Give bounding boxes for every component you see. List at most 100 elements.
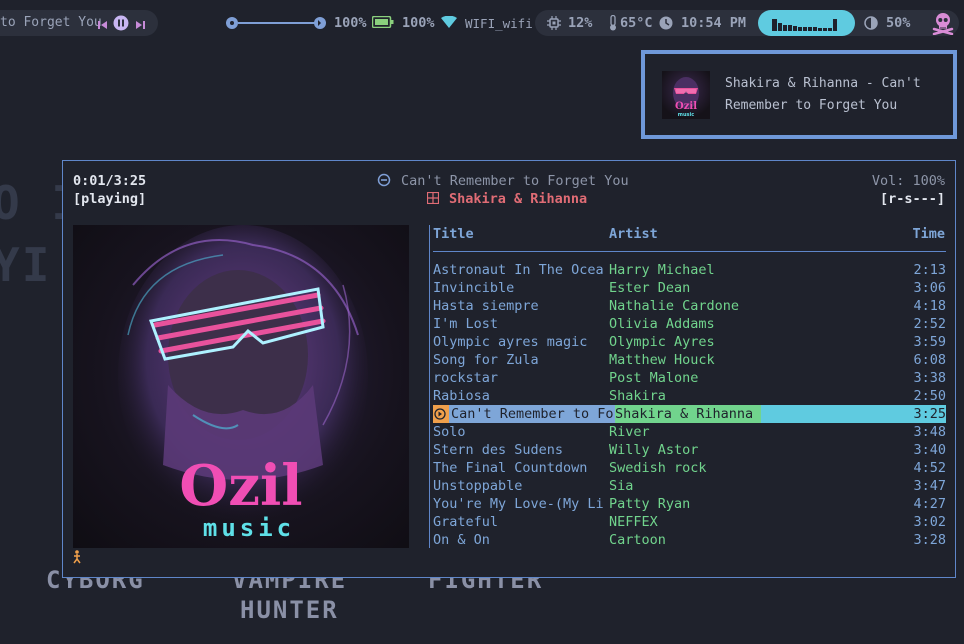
playlist-row[interactable]: You're My Love-(My Li Patty Ryan 4:27 (433, 495, 946, 513)
track-title: Invincible (433, 280, 515, 296)
track-artist: Patty Ryan (609, 496, 691, 512)
header-separator (433, 251, 946, 252)
playlist-row[interactable]: On & On Cartoon 3:28 (433, 531, 946, 549)
column-title: Title (433, 226, 474, 242)
playlist-row[interactable]: Rabiosa Shakira 2:50 (433, 387, 946, 405)
volume-indicator: Vol: 100% (871, 173, 945, 189)
track-title: The Final Countdown (433, 460, 588, 476)
playlist-divider (429, 225, 430, 548)
now-playing-icon (433, 405, 449, 423)
column-time: Time (912, 226, 945, 242)
track-artist: Swedish rock (609, 460, 707, 476)
track-duration: 3:28 (913, 532, 946, 548)
track-artist: Shakira & Rihanna (615, 405, 761, 423)
track-title: Hasta siempre (433, 298, 539, 314)
track-artist: Sia (609, 478, 634, 494)
notification-popup[interactable]: Ozil music Shakira & Rihanna - Can't Rem… (641, 50, 957, 139)
track-duration: 3:38 (913, 370, 946, 386)
notification-cover-word2: music (678, 112, 694, 118)
album-art: Ozil music (73, 225, 409, 548)
playlist-row[interactable]: Olympic ayres magic Olympic Ayres 3:59 (433, 333, 946, 351)
song-icon (377, 173, 391, 191)
wifi-icon (441, 15, 457, 32)
track-artist: Matthew Houck (609, 352, 715, 368)
notification-line-1: Shakira & Rihanna - Can't (725, 76, 921, 91)
track-artist: Nathalie Cardone (609, 298, 740, 314)
battery-percent: 100% (402, 15, 435, 31)
clock-time: 10:54 PM (681, 15, 747, 31)
thermometer-icon (608, 14, 618, 35)
track-duration: 3:59 (913, 334, 946, 350)
battery-icon (371, 15, 394, 32)
current-song-artist: Shakira & Rihanna (449, 191, 588, 207)
track-artist: Harry Michael (609, 262, 715, 278)
cpu-icon (547, 16, 561, 34)
notification-cover-word1: Ozil (675, 101, 697, 112)
track-duration: 4:27 (913, 496, 946, 512)
wifi-label: WIFI_wifi (465, 16, 533, 31)
album-cover-word1: Ozil (179, 453, 302, 519)
track-duration: 3:02 (913, 514, 946, 530)
now-playing-marquee: to Forget You (0, 15, 102, 30)
track-artist: NEFFEX (609, 514, 658, 530)
visualizer-figure-icon (72, 550, 82, 568)
wallpaper-text-2: YI (0, 238, 52, 292)
playlist-row[interactable]: Hasta siempre Nathalie Cardone 4:18 (433, 297, 946, 315)
track-artist: Willy Astor (609, 442, 699, 458)
track-title: I'm Lost (433, 316, 499, 332)
track-duration: 4:52 (913, 460, 946, 476)
track-artist: Olivia Addams (609, 316, 715, 332)
track-duration: 2:52 (913, 316, 946, 332)
wallpaper-word-hunter: HUNTER (240, 596, 339, 624)
previous-icon[interactable] (98, 18, 108, 29)
track-duration: 3:40 (913, 442, 946, 458)
track-duration: 2:50 (913, 388, 946, 404)
playlist-row[interactable]: I'm Lost Olivia Addams 2:52 (433, 315, 946, 333)
notification-album-art: Ozil music (662, 71, 710, 119)
track-artist: Olympic Ayres (609, 334, 715, 350)
pause-icon[interactable] (113, 15, 129, 31)
playlist-row[interactable]: Grateful NEFFEX 3:02 (433, 513, 946, 531)
track-title: Can't Remember to Fo (449, 405, 617, 423)
track-title: You're My Love-(My Li (433, 496, 604, 512)
playlist-row[interactable]: Can't Remember to Fo Shakira & Rihanna 3:2… (433, 405, 946, 423)
playlist-row[interactable]: Stern des Sudens Willy Astor 3:40 (433, 441, 946, 459)
track-artist: Cartoon (609, 532, 666, 548)
track-title: Stern des Sudens (433, 442, 564, 458)
audio-visualizer (758, 10, 855, 36)
clock-icon (659, 16, 673, 34)
playlist-row[interactable]: Astronaut In The Ocea Harry Michael 2:13 (433, 261, 946, 279)
playlist-row[interactable]: Song for Zula Matthew Houck 6:08 (433, 351, 946, 369)
track-artist: Post Malone (609, 370, 699, 386)
playlist-row[interactable]: The Final Countdown Swedish rock 4:52 (433, 459, 946, 477)
track-title: Unstoppable (433, 478, 523, 494)
player-state: [playing] (73, 191, 147, 207)
track-artist: Ester Dean (609, 280, 691, 296)
elapsed-time: 0:01/3:25 (73, 173, 147, 189)
track-duration: 2:13 (913, 262, 946, 278)
track-title: On & On (433, 532, 490, 548)
track-title: Grateful (433, 514, 499, 530)
track-title: Song for Zula (433, 352, 539, 368)
track-artist: River (609, 424, 650, 440)
playlist-row[interactable]: Unstoppable Sia 3:47 (433, 477, 946, 495)
playlist-row[interactable]: Invincible Ester Dean 3:06 (433, 279, 946, 297)
volume-slider[interactable] (224, 14, 328, 32)
music-player-window[interactable]: 0:01/3:25 [playing] Can't Remember to Fo… (62, 160, 956, 578)
volume-percent: 100% (334, 15, 367, 31)
album-cover-word2: music (203, 514, 295, 542)
current-song-title: Can't Remember to Forget You (401, 173, 629, 189)
track-duration: 4:18 (913, 298, 946, 314)
media-pill[interactable]: to Forget You (0, 10, 158, 36)
artist-icon (426, 191, 440, 208)
track-title: Astronaut In The Ocea (433, 262, 604, 278)
track-title: Solo (433, 424, 466, 440)
column-artist: Artist (609, 226, 658, 242)
playlist-row[interactable]: rockstar Post Malone 3:38 (433, 369, 946, 387)
next-icon[interactable] (135, 18, 145, 29)
track-duration: 3:06 (913, 280, 946, 296)
cpu-percent: 12% (568, 15, 593, 31)
skull-icon[interactable] (931, 11, 955, 39)
playlist-row[interactable]: Solo River 3:48 (433, 423, 946, 441)
track-artist: Shakira (609, 388, 666, 404)
